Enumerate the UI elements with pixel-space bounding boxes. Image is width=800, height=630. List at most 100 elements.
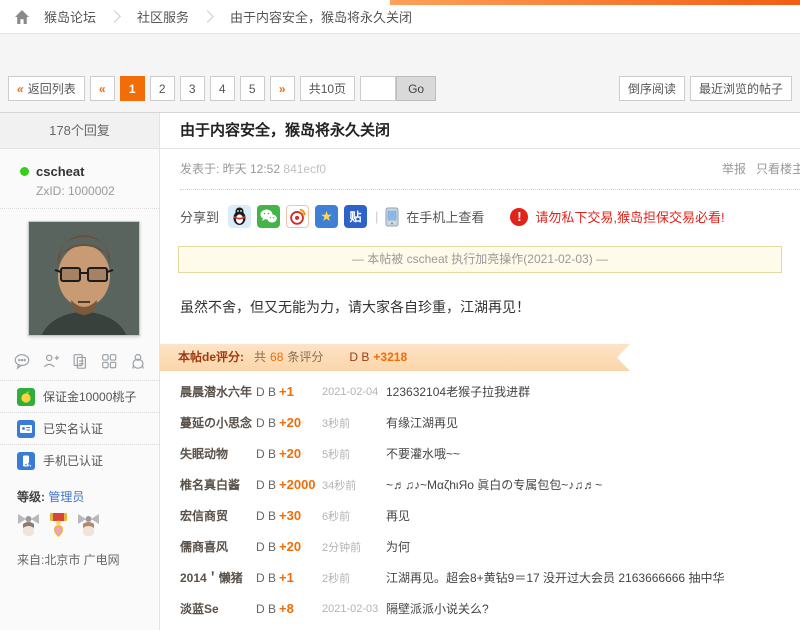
add-friend-icon[interactable]: [42, 352, 60, 370]
tieba-icon[interactable]: 贴: [344, 205, 367, 228]
author-sidebar: 178个回复 cscheat ZxID: 1000002: [0, 113, 160, 630]
ratings-list: 晨晨潜水六年 D B+1 2021-02-04 123632104老猴子拉我进群…: [160, 376, 800, 630]
chat-bubble-icon[interactable]: [13, 352, 31, 370]
apps-grid-icon[interactable]: [100, 352, 118, 370]
rating-time: 2分钟前: [322, 539, 386, 555]
thread-panel: 178个回复 cscheat ZxID: 1000002: [0, 112, 800, 630]
mobile-phone-icon: [385, 207, 399, 227]
breadcrumb-forum[interactable]: 猴岛论坛: [40, 7, 100, 26]
author-location: 来自:北京市 广电网: [0, 543, 159, 568]
phone-verified-icon: [17, 452, 35, 470]
wechat-icon[interactable]: [257, 205, 280, 228]
level-label: 等级:: [17, 490, 45, 504]
online-status-dot: [20, 167, 29, 176]
medal-icon[interactable]: [15, 511, 42, 541]
author-block: cscheat ZxID: 1000002: [0, 149, 159, 209]
rating-time: 2021-02-04: [322, 386, 386, 398]
realname-badge[interactable]: 已实名认证: [0, 412, 159, 444]
ratings-currency: D B: [349, 350, 369, 364]
ratings-label: 本帖de评分:: [178, 350, 244, 364]
page-button-2[interactable]: 2: [150, 76, 175, 101]
pagination-bar: «返回列表 « 1 2 3 4 5 » 共10页 Go 倒序阅读 最近浏览的帖子: [8, 76, 792, 101]
rating-time: 34秒前: [322, 477, 386, 493]
rating-username[interactable]: 2014＇懒猪: [180, 569, 256, 586]
copy-doc-icon[interactable]: [71, 352, 89, 370]
phone-verified-badge[interactable]: 手机已认证: [0, 444, 159, 476]
next-page-button[interactable]: »: [270, 76, 295, 101]
rating-username[interactable]: 晨晨潜水六年: [180, 383, 256, 400]
weibo-icon[interactable]: [286, 205, 309, 228]
medals-row: [0, 507, 159, 543]
prev-page-button[interactable]: «: [90, 76, 115, 101]
rating-row: 失眠动物 D B+20 5秒前 不要灌水哦~~: [160, 438, 800, 469]
recent-posts-button[interactable]: 最近浏览的帖子: [690, 76, 792, 101]
author-username[interactable]: cscheat: [36, 164, 84, 179]
rating-username[interactable]: 儒商喜风: [180, 538, 256, 555]
rating-comment: 有缘江湖再见: [386, 414, 800, 431]
share-label: 分享到: [180, 207, 219, 226]
post-main: 由于内容安全，猴岛将永久关闭 发表于: 昨天 12:52 841ecf0 举报只…: [160, 113, 800, 630]
ratings-count-prefix: 共: [254, 350, 266, 364]
currency-label: D B: [256, 602, 276, 616]
back-to-list-button[interactable]: « 返回列表: [8, 76, 85, 101]
score-value: +20: [279, 415, 301, 430]
score-value: +20: [279, 539, 301, 554]
score-value: +20: [279, 446, 301, 461]
reverse-read-button[interactable]: 倒序阅读: [619, 76, 685, 101]
back-label: 返回列表: [28, 80, 76, 97]
highlight-notice: — 本帖被 cscheat 执行加亮操作(2021-02-03) —: [178, 246, 782, 273]
page-button-4[interactable]: 4: [210, 76, 235, 101]
author-zxid: ZxID: 1000002: [36, 184, 159, 198]
post-content: 虽然不舍，但又无能为力，请大家各自珍重，江湖再见！: [160, 273, 800, 317]
trade-warning[interactable]: ! 请勿私下交易,猴岛担保交易必看!: [510, 207, 724, 226]
medal-icon[interactable]: [45, 511, 72, 541]
rating-score: D B+20: [256, 539, 322, 554]
rating-score: D B+8: [256, 601, 322, 616]
qq-penguin-icon[interactable]: [129, 352, 147, 370]
rating-username[interactable]: 蔓延の小思念: [180, 414, 256, 431]
page-button-5[interactable]: 5: [240, 76, 265, 101]
favorite-star-icon[interactable]: ★: [315, 205, 338, 228]
rating-username[interactable]: 椎名真白酱: [180, 476, 256, 493]
rating-row: 淡蓝Se D B+8 2021-02-03 隔壁派派小说关么?: [160, 593, 800, 624]
rating-username[interactable]: 淡蓝Se: [180, 600, 256, 617]
avatar[interactable]: [28, 221, 140, 336]
star-glyph: ★: [320, 208, 333, 225]
rating-time: 2021-02-03: [322, 603, 386, 615]
breadcrumb: 猴岛论坛 社区服务 由于内容安全，猴岛将永久关闭: [0, 0, 800, 34]
posted-time: 发表于: 昨天 12:52: [180, 162, 280, 176]
ratings-header: 本帖de评分:共68条评分D B+3218: [160, 344, 630, 371]
warning-text: 请勿私下交易,猴岛担保交易必看!: [535, 207, 724, 226]
breadcrumb-section[interactable]: 社区服务: [133, 7, 193, 26]
currency-label: D B: [256, 571, 276, 585]
currency-label: D B: [256, 509, 276, 523]
deposit-badge-label: 保证金10000桃子: [43, 388, 136, 405]
back-arrow: «: [17, 82, 24, 96]
deposit-peach-icon: [17, 388, 35, 406]
page-jump-input[interactable]: [360, 76, 396, 101]
view-on-phone-link[interactable]: 在手机上查看: [406, 207, 484, 226]
only-poster-link[interactable]: 只看楼主: [756, 162, 800, 176]
qq-icon[interactable]: [228, 205, 251, 228]
share-row: 分享到 ★ 贴 | 在手机上查看 ! 请勿私下交易,猴岛担保交易必看!: [160, 190, 800, 240]
home-icon[interactable]: [14, 9, 30, 25]
page-button-1[interactable]: 1: [120, 76, 145, 101]
report-link[interactable]: 举报: [722, 162, 746, 176]
page-button-3[interactable]: 3: [180, 76, 205, 101]
level-row: 等级: 管理员: [0, 476, 159, 507]
level-value-link[interactable]: 管理员: [48, 490, 84, 504]
rating-username[interactable]: 失眠动物: [180, 445, 256, 462]
rating-score: D B+2000: [256, 477, 322, 492]
go-button[interactable]: Go: [396, 76, 436, 101]
deposit-badge[interactable]: 保证金10000桃子: [0, 380, 159, 412]
score-value: +1: [279, 384, 294, 399]
rating-username[interactable]: 宏信商贸: [180, 507, 256, 524]
rating-comment: 隔壁派派小说关么?: [386, 600, 800, 617]
score-value: +1: [279, 570, 294, 585]
medal-icon[interactable]: [75, 511, 102, 541]
rating-score: D B+30: [256, 508, 322, 523]
rating-comment: ~♬♫♪~MαζhιЯo 眞白の专属包包~♪♫♬~: [386, 476, 800, 493]
realname-badge-label: 已实名认证: [43, 420, 103, 437]
tieba-glyph: 贴: [350, 208, 362, 225]
score-value: +30: [279, 508, 301, 523]
